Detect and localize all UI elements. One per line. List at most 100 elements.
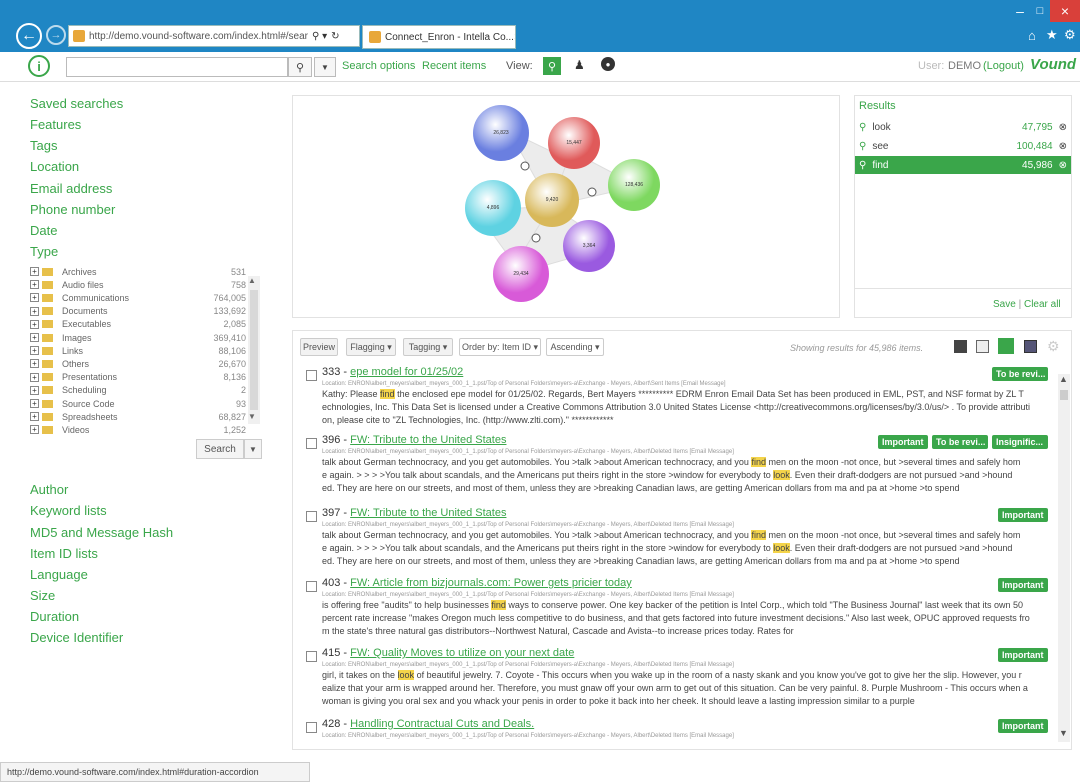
row-checkbox[interactable]: [306, 438, 317, 449]
flagging-button[interactable]: Flagging ▾: [346, 338, 396, 356]
browser-tab[interactable]: Connect_Enron - Intella Co... ×: [362, 25, 516, 49]
type-tree-row[interactable]: + Audio files 758: [30, 278, 260, 291]
tag-badge[interactable]: Important: [998, 578, 1048, 592]
result-row[interactable]: ⚲ look 47,795 ⊗: [855, 118, 1071, 136]
type-tree-row[interactable]: + Scheduling 2: [30, 384, 260, 397]
timeline-icon[interactable]: ●: [601, 57, 615, 71]
result-row[interactable]: ⚲ see 100,484 ⊗: [855, 137, 1071, 155]
expand-icon[interactable]: +: [30, 267, 39, 276]
remove-result-icon[interactable]: ⊗: [1059, 122, 1067, 133]
tag-badge[interactable]: Important: [878, 435, 928, 449]
type-tree-row[interactable]: + Others 26,670: [30, 357, 260, 370]
tag-badge[interactable]: Insignific...: [992, 435, 1048, 449]
expand-icon[interactable]: +: [30, 333, 39, 342]
tree-view-icon[interactable]: [954, 340, 967, 353]
row-checkbox[interactable]: [306, 722, 317, 733]
expand-icon[interactable]: +: [30, 372, 39, 382]
item-subject-link[interactable]: FW: Tribute to the United States: [350, 434, 506, 446]
table-view-icon[interactable]: [976, 340, 989, 353]
sidebar-item-location[interactable]: Location: [30, 158, 79, 176]
type-search-button[interactable]: Search: [196, 439, 244, 459]
cluster-view-icon[interactable]: ⚲: [543, 57, 561, 75]
sidebar-item-size[interactable]: Size: [30, 587, 55, 605]
home-icon[interactable]: ⌂: [1028, 28, 1036, 43]
sidebar-item-email-address[interactable]: Email address: [30, 180, 112, 198]
close-window-icon[interactable]: ×: [1050, 0, 1080, 22]
expand-icon[interactable]: +: [30, 293, 39, 303]
results-scroll-up-icon[interactable]: ▲: [1059, 374, 1068, 384]
expand-icon[interactable]: +: [30, 425, 39, 435]
minimize-icon[interactable]: –: [1010, 0, 1030, 22]
tag-badge[interactable]: Important: [998, 648, 1048, 662]
save-link[interactable]: Save: [993, 299, 1016, 310]
expand-icon[interactable]: +: [30, 306, 39, 316]
cluster-bubble[interactable]: 128,436: [608, 159, 660, 211]
expand-icon[interactable]: +: [30, 319, 39, 329]
tag-badge[interactable]: Important: [998, 719, 1048, 733]
logout-link[interactable]: (Logout): [983, 60, 1024, 72]
clear-all-link[interactable]: Clear all: [1024, 299, 1061, 310]
sidebar-item-language[interactable]: Language: [30, 566, 88, 584]
refresh-icon[interactable]: ↻: [331, 31, 339, 42]
tag-badge[interactable]: To be revi...: [992, 367, 1048, 381]
results-scroll-down-icon[interactable]: ▼: [1059, 728, 1068, 738]
expand-icon[interactable]: +: [30, 412, 39, 422]
preview-button[interactable]: Preview: [300, 338, 338, 356]
cluster-bubble[interactable]: 3,364: [563, 220, 615, 272]
item-subject-link[interactable]: FW: Tribute to the United States: [350, 507, 506, 519]
row-checkbox[interactable]: [306, 651, 317, 662]
cluster-bubble[interactable]: 15,447: [548, 117, 600, 169]
sidebar-item-saved-searches[interactable]: Saved searches: [30, 95, 123, 113]
type-tree-row[interactable]: + Archives 531: [30, 265, 260, 278]
type-tree-row[interactable]: + Executables 2,085: [30, 318, 260, 331]
row-checkbox[interactable]: [306, 581, 317, 592]
address-bar[interactable]: http://demo.vound-software.com/index.htm…: [68, 25, 360, 47]
type-tree-row[interactable]: + Spreadsheets 68,827: [30, 410, 260, 423]
maximize-icon[interactable]: □: [1030, 0, 1050, 22]
settings-icon[interactable]: ⚙: [1047, 338, 1060, 355]
sidebar-item-date[interactable]: Date: [30, 222, 57, 240]
tag-badge[interactable]: To be revi...: [932, 435, 988, 449]
scroll-down-icon[interactable]: ▼: [248, 412, 256, 421]
remove-result-icon[interactable]: ⊗: [1059, 141, 1067, 152]
tag-badge[interactable]: Important: [998, 508, 1048, 522]
forward-button[interactable]: →: [46, 25, 66, 45]
item-subject-link[interactable]: epe model for 01/25/02: [350, 366, 463, 378]
sidebar-item-md5-and-message-hash[interactable]: MD5 and Message Hash: [30, 524, 173, 542]
item-subject-link[interactable]: FW: Article from bizjournals.com: Power …: [350, 577, 632, 589]
sidebar-item-item-id-lists[interactable]: Item ID lists: [30, 545, 98, 563]
scroll-up-icon[interactable]: ▲: [248, 276, 256, 285]
type-tree-row[interactable]: + Presentations 8,136: [30, 371, 260, 384]
row-checkbox[interactable]: [306, 511, 317, 522]
item-subject-link[interactable]: FW: Quality Moves to utilize on your nex…: [350, 647, 574, 659]
sidebar-item-duration[interactable]: Duration: [30, 608, 79, 626]
sidebar-item-author[interactable]: Author: [30, 481, 68, 499]
item-subject-link[interactable]: Handling Contractual Cuts and Deals.: [350, 718, 534, 730]
list-view-icon[interactable]: [998, 338, 1014, 354]
expand-icon[interactable]: +: [30, 346, 39, 356]
ascending-select[interactable]: Ascending ▾: [546, 338, 604, 356]
sidebar-item-features[interactable]: Features: [30, 116, 81, 134]
cluster-bubble[interactable]: 26,823: [473, 105, 529, 161]
type-search-dropdown-icon[interactable]: ▼: [244, 439, 262, 459]
results-scrollbar[interactable]: [1058, 374, 1070, 742]
social-graph-icon[interactable]: ♟: [574, 58, 585, 72]
gear-icon[interactable]: ⚙: [1064, 27, 1076, 43]
type-tree-row[interactable]: + Communications 764,005: [30, 291, 260, 304]
type-scrollbar[interactable]: [248, 276, 260, 424]
expand-icon[interactable]: +: [30, 359, 39, 369]
cluster-bubble[interactable]: 9,420: [525, 173, 579, 227]
result-row[interactable]: ⚲ find 45,986 ⊗: [855, 156, 1071, 174]
recent-items-link[interactable]: Recent items: [422, 60, 486, 72]
expand-icon[interactable]: +: [30, 399, 39, 408]
search-input[interactable]: [66, 57, 288, 77]
search-icon[interactable]: ⚲ ▾: [312, 31, 327, 42]
remove-result-icon[interactable]: ⊗: [1059, 160, 1067, 171]
order-by-select[interactable]: Order by: Item ID ▾: [459, 338, 541, 356]
expand-icon[interactable]: +: [30, 280, 39, 290]
sidebar-item-keyword-lists[interactable]: Keyword lists: [30, 502, 107, 520]
close-tab-icon[interactable]: ×: [514, 32, 515, 43]
search-options-link[interactable]: Search options: [342, 60, 415, 72]
type-tree-row[interactable]: + Documents 133,692: [30, 305, 260, 318]
sidebar-item-type[interactable]: Type: [30, 243, 58, 261]
